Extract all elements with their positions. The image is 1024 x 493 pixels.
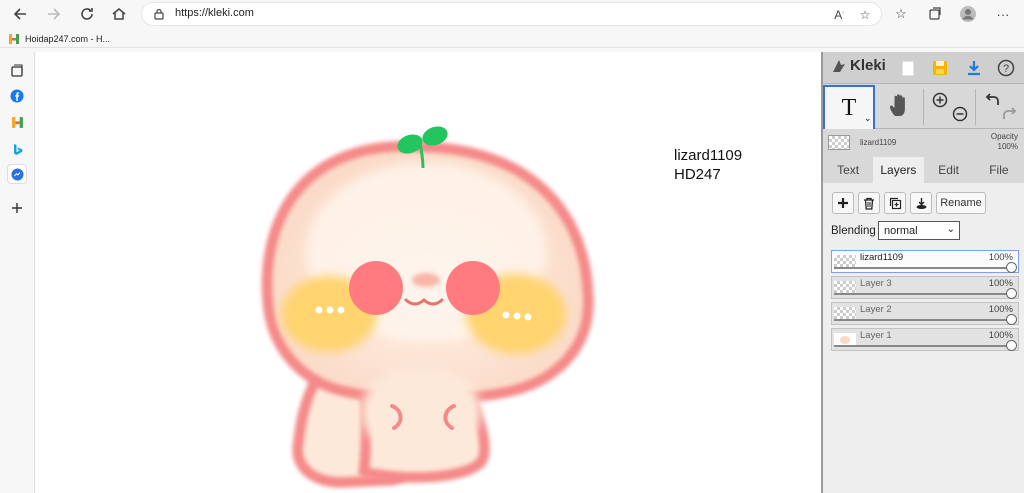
mushroom-drawing xyxy=(261,126,594,488)
current-layer-name: lizard1109 xyxy=(860,138,897,147)
tool-row: T ⌄ xyxy=(823,85,1024,129)
forward-arrow-icon[interactable] xyxy=(43,3,65,25)
collections-icon[interactable] xyxy=(924,3,946,25)
profile-avatar-icon[interactable] xyxy=(957,3,979,25)
trash-icon xyxy=(864,197,874,210)
layer-opacity-handle[interactable] xyxy=(1006,314,1017,325)
tab-edit[interactable]: Edit xyxy=(924,157,974,183)
layer-name: lizard1109 xyxy=(860,252,904,263)
address-bar[interactable]: https://kleki.com Aʼ ☆ xyxy=(141,2,882,26)
duplicate-layer-button[interactable] xyxy=(884,192,906,214)
download-icon[interactable] xyxy=(963,57,985,79)
current-layer-thumbnail xyxy=(828,135,850,150)
layer-opacity-handle[interactable] xyxy=(1006,288,1017,299)
edge-sidebar xyxy=(0,52,35,493)
text-tool-button[interactable]: T ⌄ xyxy=(823,85,875,129)
current-layer-opacity: Opacity 100% xyxy=(991,132,1018,152)
undo-icon[interactable] xyxy=(983,91,1001,109)
tool-divider xyxy=(975,89,976,125)
new-file-icon[interactable] xyxy=(897,57,919,79)
chevron-down-icon: ⌄ xyxy=(946,224,955,235)
bing-icon[interactable] xyxy=(8,140,26,158)
delete-layer-button[interactable] xyxy=(858,192,880,214)
tool-divider xyxy=(923,89,924,125)
hoidap-icon[interactable] xyxy=(8,113,26,131)
merge-down-icon xyxy=(916,197,926,209)
home-icon[interactable] xyxy=(108,3,130,25)
panel-tabs: Text Layers Edit File xyxy=(823,157,1024,183)
layer-item[interactable]: Layer 3 100% xyxy=(831,276,1019,299)
canvas-text-line: HD247 xyxy=(674,166,721,183)
tabs-icon[interactable] xyxy=(8,62,26,80)
kleki-logo-text: Kleki xyxy=(850,57,886,74)
text-tool-icon: T xyxy=(841,94,857,121)
blending-label: Blending xyxy=(831,225,876,237)
browser-toolbar: https://kleki.com Aʼ ☆ ☆ ··· xyxy=(0,0,1024,28)
save-icon[interactable] xyxy=(929,57,951,79)
current-layer-info: lizard1109 Opacity 100% xyxy=(823,129,1024,155)
tab-text[interactable]: Text xyxy=(823,157,873,183)
chevron-down-icon[interactable]: ⌄ xyxy=(864,113,872,124)
add-icon[interactable] xyxy=(8,199,26,217)
plus-icon xyxy=(838,198,848,208)
kleki-header: Kleki ? xyxy=(823,52,1024,84)
canvas-text-line: lizard1109 xyxy=(674,147,743,164)
rename-layer-button[interactable]: Rename xyxy=(936,192,986,214)
layer-opacity-slider[interactable] xyxy=(834,267,1008,269)
layer-name: Layer 2 xyxy=(860,304,892,315)
favorite-star-icon[interactable]: ☆ xyxy=(856,6,874,24)
layer-item[interactable]: Layer 2 100% xyxy=(831,302,1019,325)
help-icon[interactable]: ? xyxy=(995,57,1017,79)
drawing-canvas[interactable]: lizard1109 HD247 xyxy=(36,52,821,493)
layer-opacity-slider[interactable] xyxy=(834,345,1008,347)
canvas-text-block: lizard1109 HD247 xyxy=(674,146,742,184)
layer-item[interactable]: Layer 1 100% xyxy=(831,328,1019,351)
layer-opacity-slider[interactable] xyxy=(834,293,1008,295)
read-aloud-icon[interactable]: Aʼ xyxy=(830,6,848,24)
favorite-link[interactable]: Hoidap247.com - H... xyxy=(8,31,110,46)
favorite-label: Hoidap247.com - H... xyxy=(25,33,111,44)
favorites-icon[interactable]: ☆ xyxy=(890,3,912,25)
layer-name: Layer 1 xyxy=(860,330,892,341)
more-options-icon[interactable]: ··· xyxy=(992,3,1014,25)
back-arrow-icon[interactable] xyxy=(9,3,31,25)
tab-layers[interactable]: Layers xyxy=(873,157,924,183)
lock-icon[interactable] xyxy=(152,7,166,21)
tab-file[interactable]: File xyxy=(974,157,1024,183)
hand-tool-icon[interactable] xyxy=(883,89,917,123)
layer-opacity-handle[interactable] xyxy=(1006,262,1017,273)
hoidap-logo-icon xyxy=(9,33,19,44)
facebook-icon[interactable] xyxy=(8,87,26,105)
opacity-label: Opacity xyxy=(990,132,1018,141)
refresh-icon[interactable] xyxy=(76,3,98,25)
layer-opacity-handle[interactable] xyxy=(1006,340,1017,351)
opacity-value: 100% xyxy=(997,142,1018,151)
layer-opacity-slider[interactable] xyxy=(834,319,1008,321)
add-layer-button[interactable] xyxy=(832,192,854,214)
layer-item[interactable]: lizard1109 100% xyxy=(831,250,1019,273)
zoom-in-icon[interactable] xyxy=(931,91,949,109)
zoom-out-icon[interactable] xyxy=(951,105,969,123)
kleki-logo-icon xyxy=(833,59,845,72)
redo-icon[interactable] xyxy=(1001,105,1019,123)
layer-name: Layer 3 xyxy=(860,278,892,289)
svg-text:?: ? xyxy=(1003,63,1009,75)
kleki-panel: Kleki ? T ⌄ lizard1109 Opacity 100% Text… xyxy=(821,52,1024,493)
blending-value: normal xyxy=(884,224,918,237)
layers-panel: Rename Blending normal ⌄ lizard1109 100%… xyxy=(823,183,1024,493)
blending-select[interactable]: normal ⌄ xyxy=(878,221,960,240)
duplicate-icon xyxy=(889,197,901,209)
merge-layer-button[interactable] xyxy=(910,192,932,214)
messenger-icon[interactable] xyxy=(8,165,26,183)
url-text[interactable]: https://kleki.com xyxy=(175,7,254,19)
kleki-logo[interactable]: Kleki xyxy=(831,57,886,74)
favorites-bar: Hoidap247.com - H... xyxy=(0,28,1024,48)
